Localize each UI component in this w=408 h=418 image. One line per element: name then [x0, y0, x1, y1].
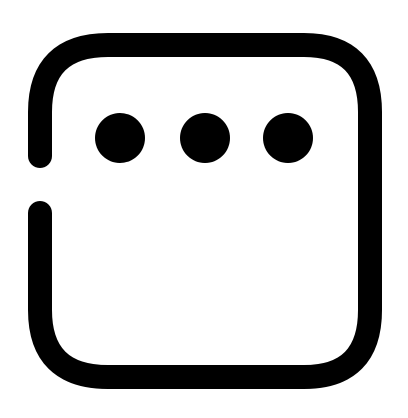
- dot-icon-2: [180, 113, 230, 163]
- more-options-icon: [0, 0, 408, 418]
- icon-canvas: [0, 0, 408, 418]
- dot-icon-3: [263, 113, 313, 163]
- dot-icon-1: [95, 113, 145, 163]
